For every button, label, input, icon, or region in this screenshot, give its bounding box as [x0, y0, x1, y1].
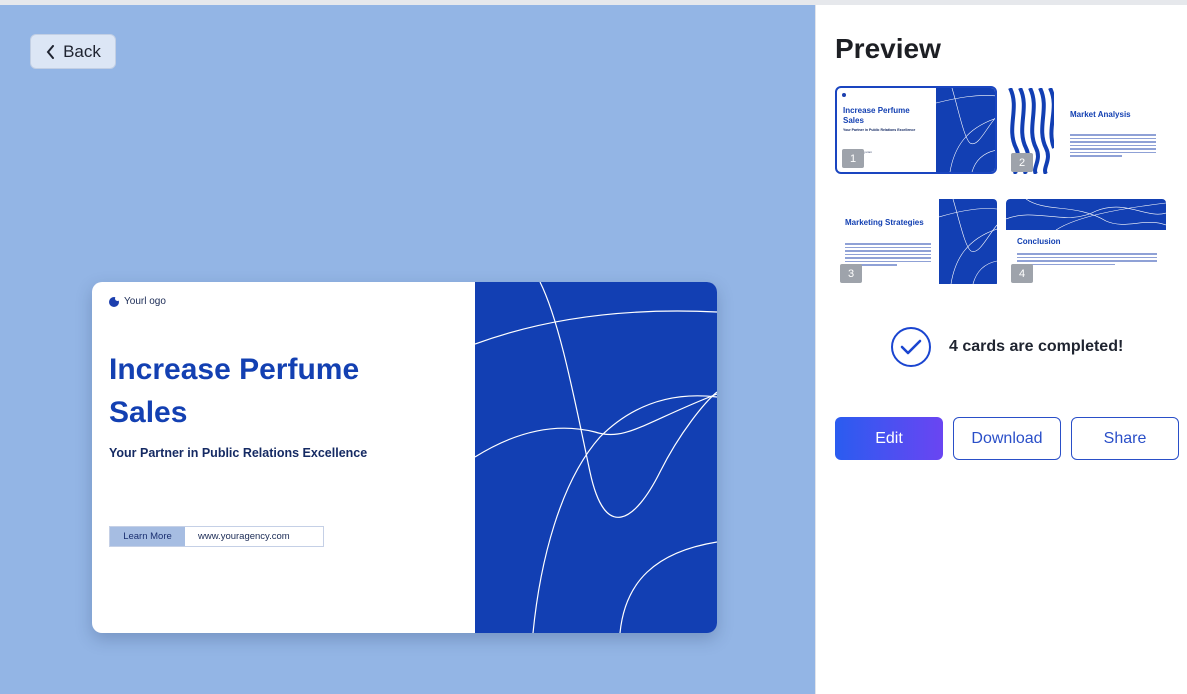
thumb-logo-icon: [842, 93, 846, 97]
back-button-label: Back: [63, 41, 101, 61]
download-button[interactable]: Download: [953, 417, 1061, 460]
back-button[interactable]: Back: [30, 34, 116, 69]
preview-title: Preview: [835, 33, 941, 64]
slide-cta: Learn More www.youragency.com: [109, 526, 324, 547]
thumb-2-body: [1070, 134, 1156, 159]
preview-panel: Preview Increase Perfume Sales Your Part…: [815, 5, 1187, 694]
thumb-2-number: 2: [1011, 153, 1033, 172]
chevron-left-icon: [46, 44, 55, 59]
slide-art-panel: [475, 282, 717, 633]
preview-card-3[interactable]: Marketing Strategies 3: [835, 199, 997, 287]
edit-button[interactable]: Edit: [835, 417, 943, 460]
thumb-3-art: [939, 199, 997, 284]
thumb-4-art: [1006, 199, 1166, 230]
thumb-3-title: Marketing Strategies: [845, 218, 924, 227]
status-text: 4 cards are completed!: [949, 338, 1124, 355]
wavy-lines-art: [475, 282, 717, 633]
slide-content: Yourl ogo Increase Perfume Sales Your Pa…: [92, 282, 475, 633]
slide-title: Increase Perfume Sales: [109, 353, 360, 429]
logo-text: Yourl ogo: [124, 296, 166, 307]
thumb-1-number: 1: [842, 149, 864, 168]
preview-card-2[interactable]: Market Analysis 2: [1006, 88, 1168, 176]
thumb-1-art: [936, 88, 995, 172]
completion-status: 4 cards are completed!: [891, 327, 1123, 367]
logo-icon: [109, 295, 120, 307]
slide-canvas: Back Yourl ogo Increase Perfume Sales Yo…: [0, 5, 815, 694]
thumb-4-number: 4: [1011, 264, 1033, 283]
thumb-3-number: 3: [840, 264, 862, 283]
slide-logo: Yourl ogo: [109, 295, 166, 307]
slide-main[interactable]: Yourl ogo Increase Perfume Sales Your Pa…: [92, 282, 717, 633]
learn-more-button[interactable]: Learn More: [110, 527, 185, 546]
check-circle-icon: [891, 327, 931, 367]
thumb-4-body: [1017, 253, 1157, 267]
share-button[interactable]: Share: [1071, 417, 1179, 460]
thumb-1-subtitle: Your Partner in Public Relations Excelle…: [843, 128, 916, 132]
thumb-1-title: Increase Perfume Sales: [843, 106, 910, 125]
agency-url: www.youragency.com: [185, 527, 323, 546]
preview-card-1[interactable]: Increase Perfume Sales Your Partner in P…: [835, 86, 997, 174]
slide-subtitle: Your Partner in Public Relations Excelle…: [109, 446, 368, 460]
thumb-2-title: Market Analysis: [1070, 110, 1131, 119]
preview-card-4[interactable]: Conclusion 4: [1006, 199, 1168, 287]
action-buttons: Edit Download Share: [835, 417, 1179, 460]
thumb-4-title: Conclusion: [1017, 237, 1061, 246]
